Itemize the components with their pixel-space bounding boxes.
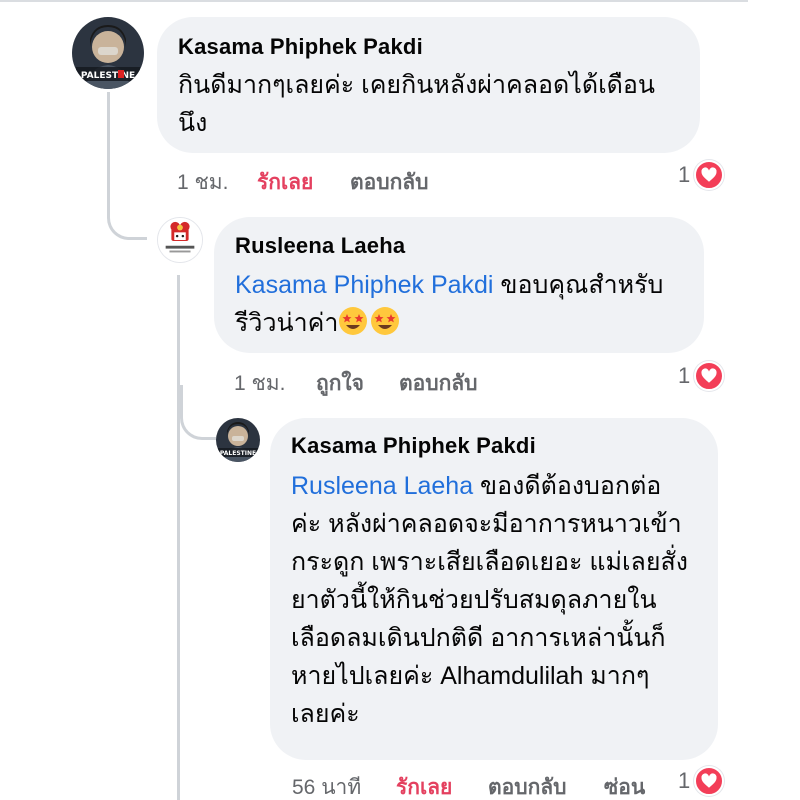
comment-text-line: กระดูก เพราะเสียเลือดเยอะ แม่เลยสั่ง — [291, 548, 688, 576]
comment-author[interactable]: Rusleena Laeha — [235, 233, 405, 259]
comment-text-segment: รีวิวน่าค่า — [235, 309, 339, 337]
comment-text: Rusleena Laeha ของดีต้องบอกต่อ ค่ะ หลังผ… — [291, 467, 711, 733]
comment-actions: 1 ชม. รักเลย ตอบกลับ — [177, 166, 477, 194]
thread-line — [177, 275, 180, 800]
reaction-count[interactable]: 1 — [678, 361, 725, 391]
comment-text-line: Kasama Phiphek Pakdi ขอบคุณสำหรับ — [235, 266, 695, 304]
reaction-count-number: 1 — [678, 363, 691, 388]
comment-text-line: เลยค่ะ — [291, 700, 360, 728]
comment-time[interactable]: 1 ชม. — [177, 166, 228, 199]
comment-time[interactable]: 1 ชม. — [234, 367, 285, 400]
reaction-count[interactable]: 1 — [678, 766, 725, 796]
mention-link[interactable]: Kasama Phiphek Pakdi — [235, 271, 493, 299]
heart-icon — [694, 361, 725, 391]
mention-link[interactable]: Rusleena Laeha — [291, 472, 473, 500]
star-struck-emoji — [371, 307, 400, 335]
comment-text-line: กินดีมากๆเลยค่ะ เคยกินหลังผ่าคลอดได้เดือ… — [178, 71, 655, 99]
avatar[interactable] — [157, 217, 203, 263]
comment-text: Kasama Phiphek Pakdi ขอบคุณสำหรับ รีวิวน… — [235, 266, 695, 342]
comment-text-line: ค่ะ หลังผ่าคลอดจะมีอาการหนาวเข้า — [291, 510, 682, 538]
love-button[interactable]: รักเลย — [396, 771, 452, 800]
heart-icon — [694, 160, 725, 190]
avatar-badge-text: PALESTINE — [220, 450, 256, 457]
star-struck-emoji — [339, 307, 368, 335]
comment-time[interactable]: 56 นาที — [292, 771, 361, 800]
thread-connector — [107, 92, 147, 240]
avatar-badge-text: PALESTINE — [81, 71, 135, 81]
like-button[interactable]: ถูกใจ — [316, 367, 364, 400]
reply-button[interactable]: ตอบกลับ — [350, 166, 429, 199]
love-button[interactable]: รักเลย — [257, 166, 313, 199]
comment-text-line: Rusleena Laeha ของดีต้องบอกต่อ — [291, 467, 711, 505]
comment-text-line: รีวิวน่าค่า — [235, 304, 695, 342]
comment-author[interactable]: Kasama Phiphek Pakdi — [291, 433, 536, 459]
comment-actions: 1 ชม. ถูกใจ ตอบกลับ — [234, 367, 534, 395]
comment-text-segment: ขอบคุณสำหรับ — [493, 271, 664, 299]
avatar[interactable]: PALESTINE — [216, 418, 260, 462]
hide-button[interactable]: ซ่อน — [604, 771, 645, 800]
comment-text-segment: ของดีต้องบอกต่อ — [473, 472, 662, 500]
comment-text-line: นึง — [178, 109, 208, 137]
comment-text: กินดีมากๆเลยค่ะ เคยกินหลังผ่าคลอดได้เดือ… — [178, 66, 688, 142]
thread-connector — [180, 385, 216, 440]
reply-button[interactable]: ตอบกลับ — [488, 771, 567, 800]
reaction-count[interactable]: 1 — [678, 160, 725, 190]
top-divider — [0, 0, 748, 2]
reaction-count-number: 1 — [678, 768, 691, 793]
comment-text-line: หายไปเลยค่ะ Alhamdulilah มากๆ — [291, 662, 650, 690]
reply-button[interactable]: ตอบกลับ — [399, 367, 478, 400]
comment-text-line: เลือดลมเดินปกติดี อาการเหล่านั้นก็ — [291, 624, 666, 652]
avatar[interactable]: PALESTINE — [72, 17, 144, 89]
comment-author[interactable]: Kasama Phiphek Pakdi — [178, 34, 423, 60]
comment-actions: 56 นาที รักเลย ตอบกลับ ซ่อน — [292, 771, 672, 799]
heart-icon — [694, 766, 725, 796]
comment-text-line: ยาตัวนี้ให้กินช่วยปรับสมดุลภายใน — [291, 586, 657, 614]
reaction-count-number: 1 — [678, 162, 691, 187]
